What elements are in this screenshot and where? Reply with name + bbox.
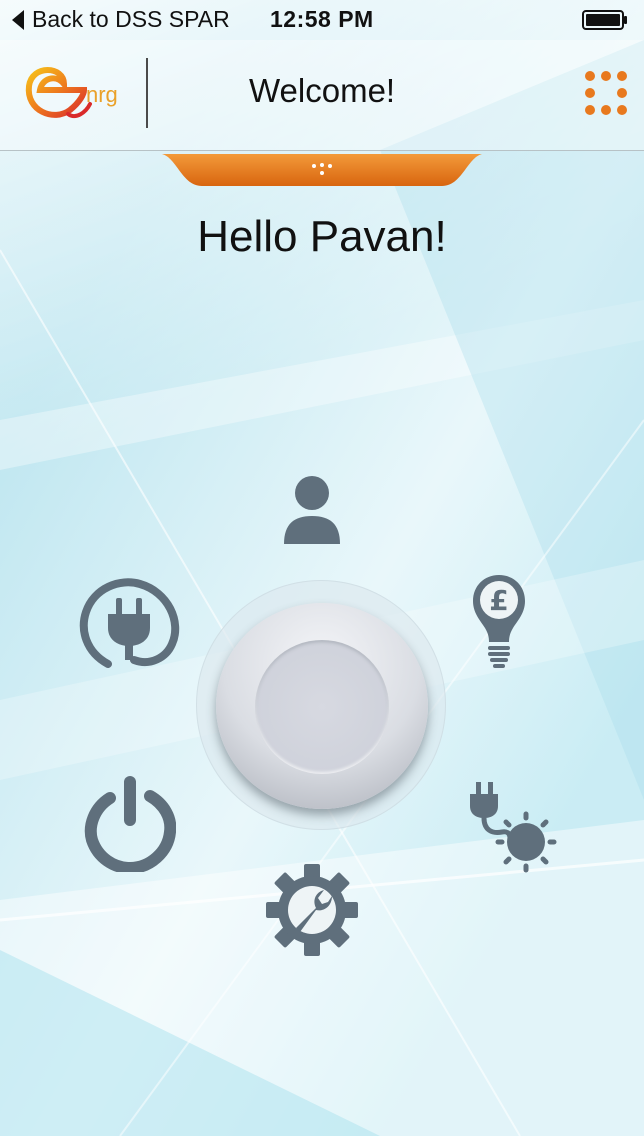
user-icon[interactable] (282, 474, 342, 548)
greeting-text: Hello Pavan! (197, 212, 447, 261)
pull-down-tab[interactable] (162, 154, 482, 188)
svg-text:nrg: nrg (86, 82, 118, 107)
logo-divider (146, 58, 148, 128)
status-time: 12:58 PM (270, 6, 374, 32)
status-bar: Back to DSS SPAR 12:58 PM (0, 0, 644, 40)
svg-text:£: £ (489, 584, 508, 617)
power-icon[interactable] (84, 772, 176, 872)
page-title: Welcome! (249, 72, 396, 109)
app-header: nrg Welcome! (0, 40, 644, 151)
plug-sun-icon[interactable] (466, 780, 558, 874)
menu-grid-icon[interactable] (584, 70, 628, 116)
back-to-app-link[interactable]: Back to DSS SPAR (32, 6, 230, 33)
control-dial-center-button[interactable] (255, 640, 389, 774)
settings-gear-icon[interactable] (266, 864, 358, 956)
battery-icon (582, 10, 627, 30)
plug-circle-icon[interactable] (78, 578, 182, 670)
enrg-logo: nrg (25, 67, 118, 119)
pound-bulb-icon[interactable]: £ (470, 572, 528, 670)
back-chevron-icon[interactable] (12, 10, 26, 30)
